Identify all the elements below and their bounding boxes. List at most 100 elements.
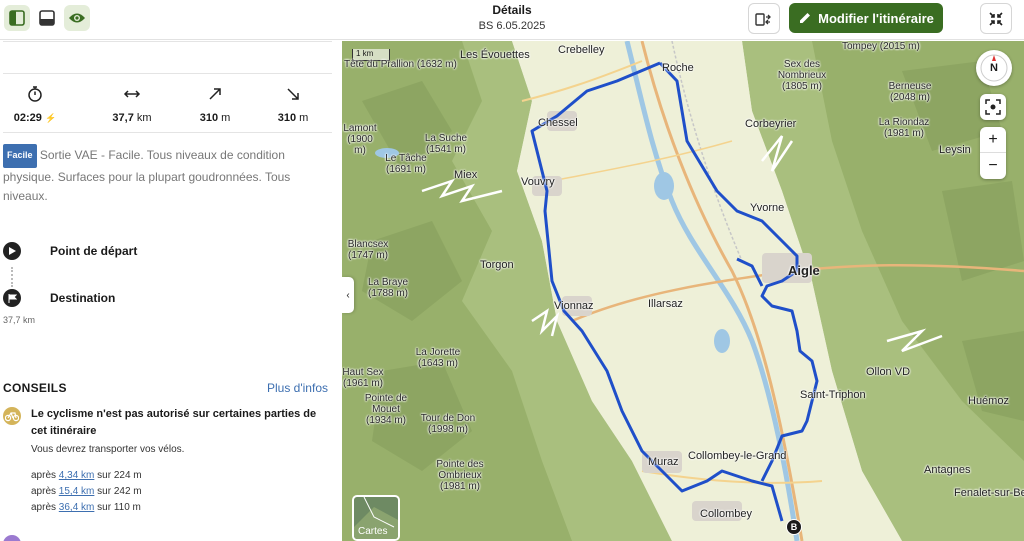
segment-link[interactable]: 36,4 km	[59, 502, 95, 513]
destination-waypoint-label[interactable]: Destination	[50, 291, 115, 305]
details-panel: 02:29 ⚡ 37,7 km 310 m 310 m Facile Sorti…	[0, 41, 342, 541]
sidebar-icon	[9, 10, 25, 26]
zoom-in-button[interactable]: +	[980, 127, 1006, 153]
map-label: Antagnes	[924, 464, 971, 476]
map-label: Roche	[662, 62, 694, 74]
ascent-arrow-icon	[209, 88, 221, 100]
map-label: Le Tâche (1691 m)	[385, 153, 427, 175]
stat-descent-unit: m	[299, 112, 309, 124]
walk-segment-row: après 15,4 km sur 242 m	[31, 486, 142, 497]
zoom-controls: + −	[980, 127, 1006, 179]
map-label: Illarsaz	[648, 298, 683, 310]
segment-suffix: sur 242 m	[97, 486, 142, 497]
map-label: Saint-Triphon	[800, 389, 866, 401]
destination-distance: 37,7 km	[3, 315, 36, 325]
map-label: Tour de Don (1998 m)	[420, 413, 476, 435]
difficulty-description: Sortie VAE - Facile. Tous niveaux de con…	[3, 148, 291, 203]
map-label: Yvorne	[750, 202, 785, 214]
map-label: Tête du Prallion (1632 m)	[344, 59, 457, 70]
segment-suffix: sur 110 m	[97, 502, 141, 513]
map-label: Fenalet-sur-Bex	[954, 487, 1024, 499]
route-end-marker[interactable]: B	[786, 519, 802, 535]
eye-icon	[69, 13, 85, 23]
minimize-icon	[989, 11, 1003, 26]
map-label: Berneuse (2048 m)	[888, 81, 932, 103]
map-label: Les Évouettes	[460, 49, 530, 61]
stat-descent: 310 m	[258, 85, 328, 124]
map-label: Vionnaz	[554, 300, 594, 312]
locate-button[interactable]	[980, 94, 1006, 120]
directions-icon	[755, 12, 771, 26]
bicycle-icon	[5, 412, 19, 422]
pencil-icon	[800, 13, 811, 23]
map-label: Collombey	[700, 508, 752, 520]
directions-button[interactable]	[748, 3, 780, 34]
route-description: Facile Sortie VAE - Facile. Tous niveaux…	[3, 144, 313, 207]
map-layers-button[interactable]: Cartes	[352, 495, 400, 541]
warning-title: Le cyclisme n'est pas autorisé sur certa…	[31, 408, 317, 437]
start-waypoint-label[interactable]: Point de départ	[50, 244, 137, 258]
map-label: Tompey (2015 m)	[842, 41, 920, 52]
map-label: Muraz	[648, 456, 679, 468]
view-toggle-button[interactable]	[64, 5, 90, 31]
destination-waypoint-icon	[3, 289, 21, 307]
modify-route-button[interactable]: Modifier l'itinéraire	[789, 3, 943, 33]
divider	[3, 73, 332, 74]
map-label: Pointe de Mouet (1934 m)	[364, 393, 408, 426]
bike-warning-icon	[3, 407, 21, 425]
play-icon	[9, 247, 16, 255]
stopwatch-icon	[28, 86, 42, 102]
map-label: Pointe des Ombrieux (1981 m)	[436, 459, 484, 492]
compass-label: N	[990, 62, 998, 74]
map-label: La Suche (1541 m)	[424, 133, 468, 155]
divider	[3, 41, 332, 42]
segment-suffix: sur 224 m	[97, 470, 142, 481]
segment-link[interactable]: 15,4 km	[59, 486, 95, 497]
divider	[3, 132, 332, 133]
modify-route-label: Modifier l'itinéraire	[818, 10, 934, 26]
map-label: Blancsex (1747 m)	[347, 239, 389, 261]
flag-icon	[8, 293, 17, 303]
more-info-link[interactable]: Plus d'infos	[267, 381, 328, 395]
stat-duration: 02:29 ⚡	[0, 85, 70, 124]
stat-descent-value: 310	[277, 112, 297, 124]
map-label: Ollon VD	[866, 366, 911, 378]
segment-prefix: après	[31, 486, 57, 497]
route-map[interactable]: 1 km Tête du Prallion (1632 m) Les Évoue…	[342, 41, 1024, 541]
tips-title: CONSEILS	[3, 381, 67, 395]
map-label: Vouvry	[521, 176, 555, 188]
map-layers-label: Cartes	[358, 526, 388, 537]
compass-button[interactable]: N	[976, 50, 1012, 86]
stat-ascent: 310 m	[180, 85, 250, 124]
start-waypoint-icon	[3, 242, 21, 260]
top-bar: Détails BS 6.05.2025 Modifier l'itinérai…	[0, 0, 1024, 40]
locate-icon	[985, 99, 1001, 115]
panel-collapse-button[interactable]: ‹	[342, 277, 354, 313]
map-label: Sex des Nombrieux (1805 m)	[777, 59, 827, 92]
stat-ascent-value: 310	[199, 112, 219, 124]
warning-subtitle: Vous devrez transporter vos vélos.	[31, 444, 185, 455]
map-label: Chessel	[538, 117, 578, 129]
map-label: Crebelley	[558, 44, 605, 56]
map-label: Miex	[454, 169, 478, 181]
map-label: La Jorette (1643 m)	[415, 347, 461, 369]
map-label: La Riondaz (1981 m)	[878, 117, 930, 139]
difficulty-badge: Facile	[3, 144, 37, 168]
stat-ascent-unit: m	[221, 112, 231, 124]
map-label: Collombey-le-Grand	[688, 450, 787, 462]
segment-prefix: après	[31, 502, 57, 513]
next-tip-icon	[3, 535, 21, 541]
map-label: La Braye (1788 m)	[367, 277, 409, 299]
map-label: Aigle	[788, 263, 820, 278]
collapse-view-button[interactable]	[980, 3, 1012, 34]
left-panel-toggle-button[interactable]	[4, 5, 30, 31]
stat-distance-value: 37,7	[112, 112, 134, 124]
bottom-panel-toggle-button[interactable]	[34, 5, 60, 31]
waypoint-connector	[11, 267, 13, 287]
zoom-out-button[interactable]: −	[980, 153, 1006, 179]
segment-link[interactable]: 4,34 km	[59, 470, 95, 481]
stat-duration-value: 02:29	[13, 112, 42, 124]
descent-arrow-icon	[287, 88, 299, 100]
segment-prefix: après	[31, 470, 57, 481]
distance-arrows-icon	[123, 90, 141, 98]
